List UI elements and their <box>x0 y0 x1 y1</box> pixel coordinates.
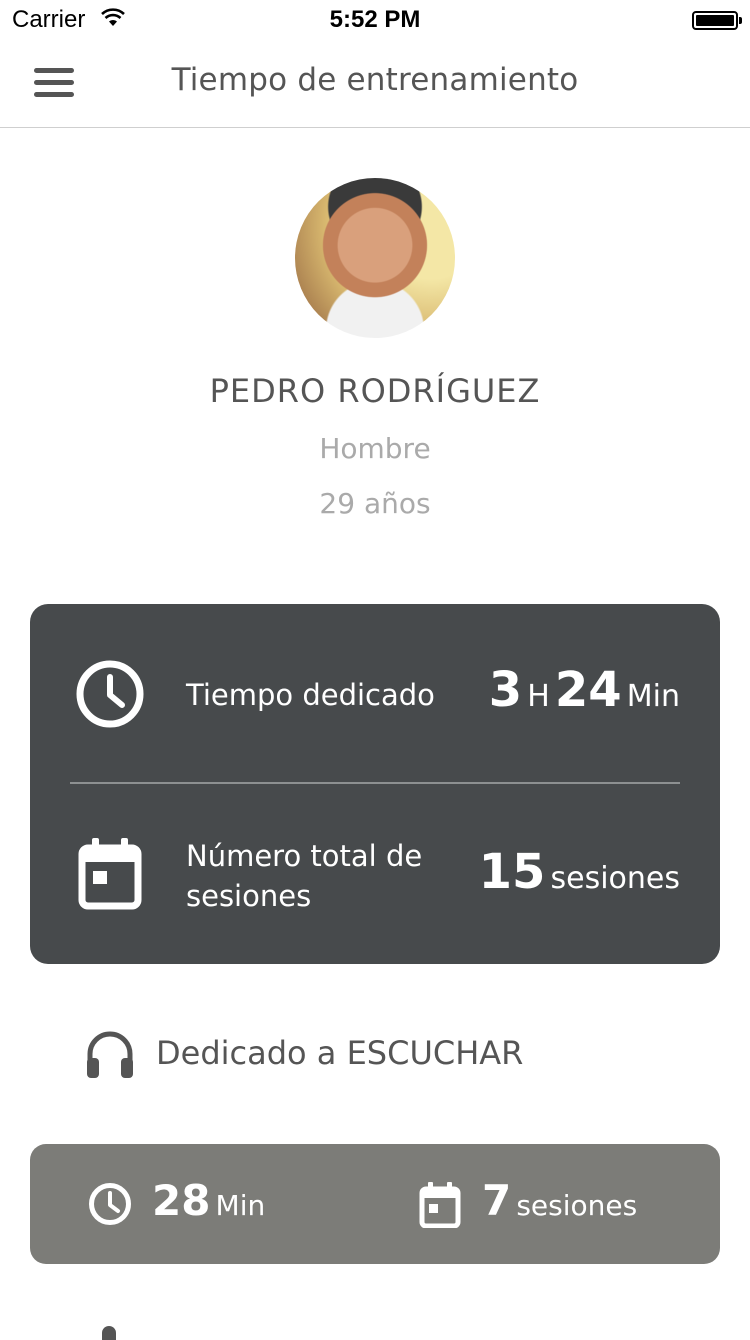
status-time: 5:52 PM <box>329 6 421 33</box>
profile-name: PEDRO RODRÍGUEZ <box>209 372 541 410</box>
profile-age: 29 años <box>319 487 431 520</box>
status-bar: Carrier 5:52 PM <box>0 0 750 40</box>
clock-icon <box>89 1183 131 1225</box>
listen-sessions-value: 7 sesiones <box>482 1176 637 1225</box>
total-sessions-value: 15 sesiones <box>479 844 680 900</box>
listen-sessions-unit: sesiones <box>516 1189 638 1222</box>
time-minutes: 24 <box>554 662 622 718</box>
battery-icon <box>692 11 742 30</box>
time-dedicated-label: Tiempo dedicado <box>186 678 435 712</box>
time-dedicated-value: 3 H 24 Min <box>489 662 680 718</box>
headphones-icon <box>87 1031 133 1078</box>
listen-sessions-count: 7 <box>482 1176 512 1225</box>
page-title: Tiempo de entrenamiento <box>171 62 579 98</box>
listen-minutes: 28 <box>152 1176 211 1225</box>
next-section-icon <box>102 1326 116 1340</box>
navigation-bar: Tiempo de entrenamiento <box>0 40 750 128</box>
profile-gender: Hombre <box>319 432 431 465</box>
divider <box>70 782 680 784</box>
time-minutes-unit: Min <box>626 679 680 714</box>
sessions-count: 15 <box>478 844 546 900</box>
listen-minutes-unit: Min <box>215 1189 266 1222</box>
clock-icon <box>76 660 144 728</box>
total-sessions-label: Número total de sesiones <box>186 839 423 913</box>
calendar-icon <box>78 838 142 910</box>
training-stats-card: Tiempo dedicado 3 H 24 Min Número total … <box>30 604 720 964</box>
avatar <box>295 178 455 338</box>
listen-label: Dedicado a ESCUCHAR <box>156 1034 524 1072</box>
listen-stats-card: 28 Min 7 sesiones <box>30 1144 720 1264</box>
calendar-icon <box>419 1182 461 1228</box>
listen-minutes-value: 28 Min <box>152 1176 265 1225</box>
sessions-unit: sesiones <box>550 861 680 896</box>
time-hours-unit: H <box>527 679 550 714</box>
time-hours: 3 <box>488 662 523 718</box>
